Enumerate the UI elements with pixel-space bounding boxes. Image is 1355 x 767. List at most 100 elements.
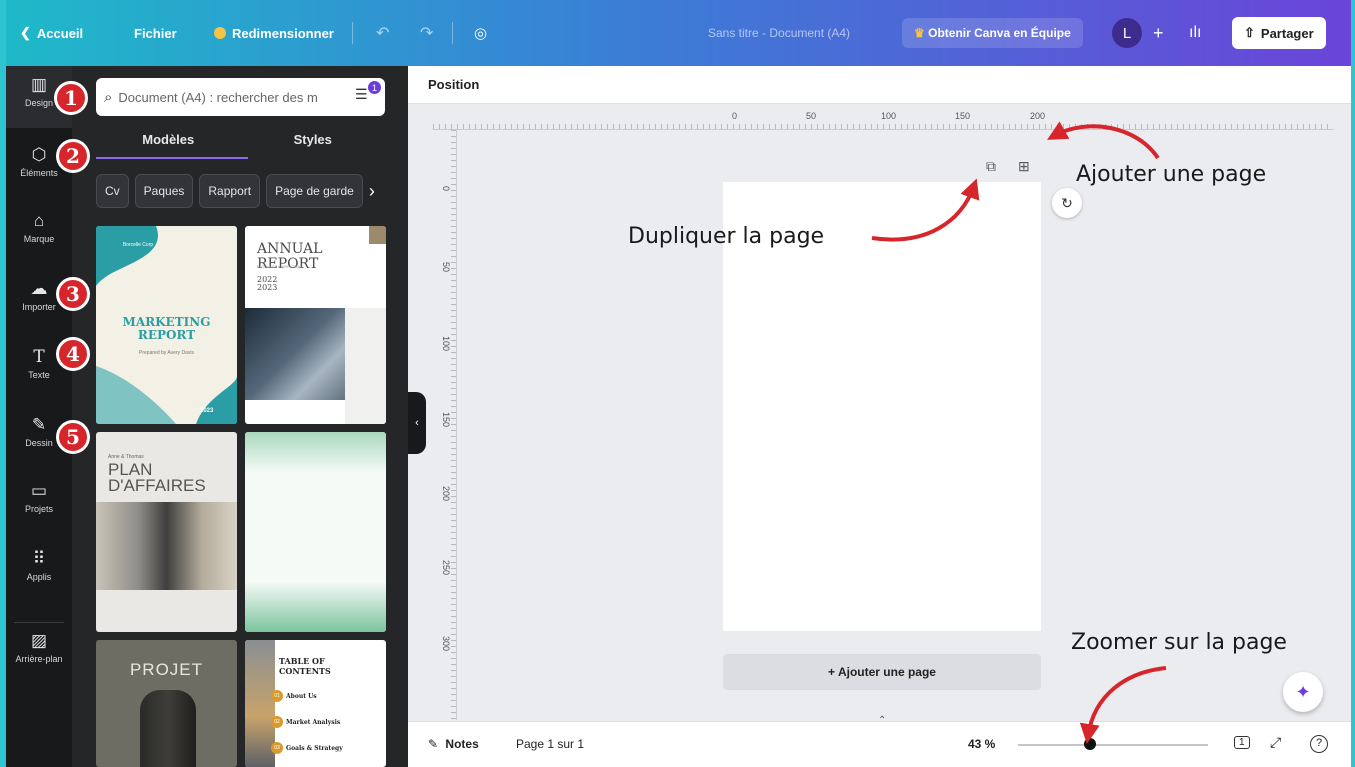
- file-menu[interactable]: Fichier: [134, 0, 177, 66]
- zoom-slider-handle[interactable]: [1084, 738, 1096, 750]
- template-annual-report[interactable]: ANNUAL REPORT 2022 2023 BUSINESS MARKETI…: [245, 226, 386, 424]
- divider: [14, 622, 64, 623]
- watercolor-top: [245, 432, 386, 472]
- notes-icon: ✎: [428, 737, 439, 751]
- tab-styles[interactable]: Styles: [241, 132, 386, 160]
- refresh-ai-icon[interactable]: ↻: [1052, 188, 1082, 218]
- chip-cv[interactable]: Cv: [96, 174, 129, 208]
- canva-team-button[interactable]: ♛ Obtenir Canva en Équipe: [902, 0, 1083, 66]
- chevron-left-icon: ❮: [20, 25, 31, 40]
- template-title: MARKETING REPORT: [122, 315, 211, 342]
- home-button[interactable]: ❮ Accueil: [20, 0, 83, 66]
- share-button[interactable]: ⇧ Partager: [1232, 0, 1326, 66]
- annotation-duplicate-page: Dupliquer la page: [628, 224, 825, 249]
- template-company: Borcelle Corp: [122, 242, 154, 248]
- bottom-bar: ⌃ ✎ Notes Page 1 sur 1 43 % 1 ⤢ ?: [408, 715, 1351, 767]
- ruler-tick: 200: [1030, 111, 1046, 121]
- crown-icon: ♛: [914, 26, 925, 40]
- ruler-tick: 50: [441, 262, 451, 273]
- chip-rapport[interactable]: Rapport: [199, 174, 261, 208]
- ruler-tick: 150: [955, 111, 971, 121]
- position-button[interactable]: Position: [428, 77, 479, 92]
- ruler-tick: 200: [441, 486, 451, 502]
- duplicate-page-icon[interactable]: ⧉: [986, 158, 996, 175]
- template-title: PROJET: [129, 660, 204, 679]
- ruler-tick: 300: [441, 636, 451, 652]
- annotation-number: 1: [54, 81, 88, 115]
- annotation-number: 5: [56, 420, 90, 454]
- fullscreen-icon[interactable]: ⤢: [1270, 734, 1281, 751]
- ruler-tick: 0: [441, 186, 451, 192]
- chip-page-de-garde[interactable]: Page de garde: [266, 174, 363, 208]
- background-pattern-icon: ▨: [30, 631, 48, 650]
- page-indicator[interactable]: Page 1 sur 1: [516, 737, 584, 751]
- template-projet[interactable]: PROJET: [96, 640, 237, 767]
- template-title: PLAN D'AFFAIRES: [108, 460, 206, 495]
- people-image: [140, 690, 196, 767]
- document-page[interactable]: [723, 182, 1041, 631]
- rail-item-projects[interactable]: ▭ Projets: [6, 482, 72, 515]
- template-panel: [345, 308, 386, 424]
- toc-item: 02 Market Analysis: [271, 716, 340, 728]
- avatar[interactable]: L: [1112, 0, 1142, 66]
- tab-templates[interactable]: Modèles: [96, 132, 241, 160]
- page-grid-button[interactable]: 1: [1234, 736, 1250, 749]
- resize-button[interactable]: Redimensionner: [214, 0, 334, 66]
- collapse-panel-button[interactable]: ‹: [408, 392, 426, 454]
- layout-icon: ▥: [30, 75, 48, 94]
- ruler-tick: 0: [732, 111, 738, 121]
- annotation-number: 4: [56, 337, 90, 371]
- stats-icon[interactable]: ılı: [1189, 0, 1201, 66]
- template-table-of-contents[interactable]: TABLE OF CONTENTS 01 About Us 02 Market …: [245, 640, 386, 767]
- add-page-icon[interactable]: ⊞: [1018, 158, 1030, 175]
- help-button[interactable]: ?: [1310, 735, 1328, 753]
- zoom-slider[interactable]: [1018, 744, 1208, 746]
- search-icon: ⌕: [104, 88, 113, 106]
- template-marketing-report[interactable]: Borcelle Corp MARKETING REPORT Prepared …: [96, 226, 237, 424]
- apps-grid-icon: ⠿: [32, 549, 46, 568]
- undo-icon[interactable]: ↶: [376, 0, 389, 66]
- rail-item-brand[interactable]: ⌂ Marque: [6, 211, 72, 245]
- template-subtitle: Prepared by Avery Davis: [139, 350, 194, 356]
- people-image: [96, 502, 237, 590]
- draw-icon: ✎: [31, 415, 47, 434]
- rail-item-background[interactable]: ▨ Arrière-plan: [6, 631, 72, 665]
- toc-item: 03 Goals & Strategy: [271, 742, 343, 754]
- active-tab-indicator: [96, 157, 248, 159]
- add-collaborator-icon[interactable]: +: [1153, 0, 1164, 66]
- ruler-tick: 100: [441, 336, 451, 352]
- annotation-add-page: Ajouter une page: [1076, 162, 1267, 187]
- ruler-tick: 50: [806, 111, 817, 121]
- zoom-value[interactable]: 43 %: [968, 737, 995, 751]
- add-page-button[interactable]: + Ajouter une page: [723, 654, 1041, 690]
- text-icon: T: [33, 347, 45, 367]
- template-tag: BUSINESS MARKETING: [257, 264, 303, 269]
- toc-item: 01 About Us: [271, 690, 317, 702]
- cloud-save-icon[interactable]: ◎: [474, 0, 487, 66]
- template-year: 2023: [200, 408, 214, 414]
- template-years: 2022 2023: [257, 275, 278, 292]
- template-title: TABLE OF CONTENTS: [279, 656, 331, 676]
- upload-icon: ⇧: [1244, 25, 1255, 40]
- chevron-right-icon[interactable]: ›: [369, 174, 375, 208]
- chip-paques[interactable]: Paques: [134, 174, 194, 208]
- context-toolbar: Position: [408, 66, 1351, 104]
- canva-editor: ❮ Accueil Fichier Redimensionner ↶ ↷ ◎ S…: [6, 0, 1351, 767]
- rail-item-apps[interactable]: ⠿ Applis: [6, 549, 72, 583]
- divider: [352, 22, 353, 44]
- search-field[interactable]: ⌕ Document (A4) : rechercher des m ☰ 1: [96, 78, 385, 116]
- brand-icon: ⌂: [33, 211, 45, 230]
- redo-icon[interactable]: ↷: [420, 0, 433, 66]
- annotation-number: 2: [56, 139, 90, 173]
- ruler-tick: 150: [441, 412, 451, 428]
- shapes-icon: ⬡: [31, 145, 47, 164]
- chevron-up-icon[interactable]: ⌃: [878, 715, 886, 726]
- magic-sparkle-icon[interactable]: ✦: [1283, 672, 1323, 712]
- template-watercolor[interactable]: [245, 432, 386, 632]
- document-title[interactable]: Sans titre - Document (A4): [708, 0, 850, 66]
- filter-icon[interactable]: ☰ 1: [355, 81, 381, 108]
- templates-panel: ⌕ Document (A4) : rechercher des m ☰ 1 Mo…: [72, 66, 408, 767]
- notes-button[interactable]: ✎ Notes: [428, 737, 479, 751]
- template-business-plan[interactable]: Anne & Thomas PLAN D'AFFAIRES: [96, 432, 237, 632]
- annotation-zoom: Zoomer sur la page: [1071, 630, 1287, 655]
